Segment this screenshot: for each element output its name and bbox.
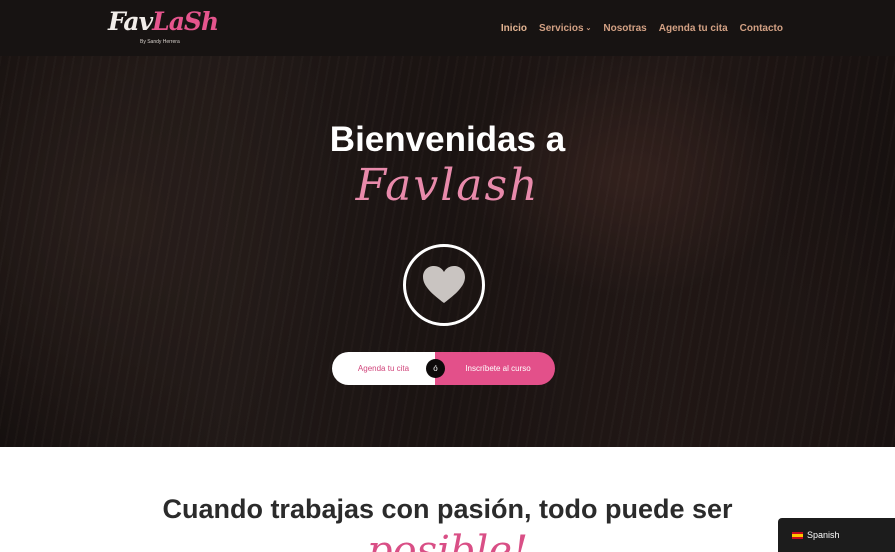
agenda-cita-button[interactable]: Agenda tu cita [332,352,435,385]
language-label: Spanish [807,530,840,540]
inscribete-curso-button[interactable]: Inscríbete al curso [435,352,555,385]
logo-wordmark: FavLaSh [108,7,219,36]
nav-item-servicios-label: Servicios [539,22,584,34]
es-flag-icon [792,531,803,539]
site-logo[interactable]: FavLaSh By Sandy Herrera [108,7,219,48]
language-switcher[interactable]: Spanish [778,518,895,552]
hero-title: Bienvenidas a [329,120,566,159]
chevron-down-icon: ⌄ [585,25,592,32]
nav-item-inicio[interactable]: Inicio [501,23,527,34]
hero-section: Bienvenidas a Favlash Agenda tu cita Ins… [0,56,895,447]
main-nav: Inicio Servicios ⌄ Nosotras Agenda tu ci… [501,0,783,56]
heart-icon [423,266,465,303]
nav-item-servicios[interactable]: Servicios ⌄ [539,23,591,34]
nav-item-contacto[interactable]: Contacto [740,23,783,34]
heart-badge [403,244,485,326]
nav-item-nosotras[interactable]: Nosotras [603,23,646,34]
cta-or-divider: ó [426,359,445,378]
logo-tagline: By Sandy Herrera [140,39,180,45]
nav-item-agenda[interactable]: Agenda tu cita [659,23,728,34]
top-navbar: FavLaSh By Sandy Herrera Inicio Servicio… [0,0,895,56]
section-script-word: posible! [366,528,529,552]
section-headline: Cuando trabajas con pasión, todo puede s… [162,494,733,524]
hero-script-title: Favlash [355,160,540,211]
